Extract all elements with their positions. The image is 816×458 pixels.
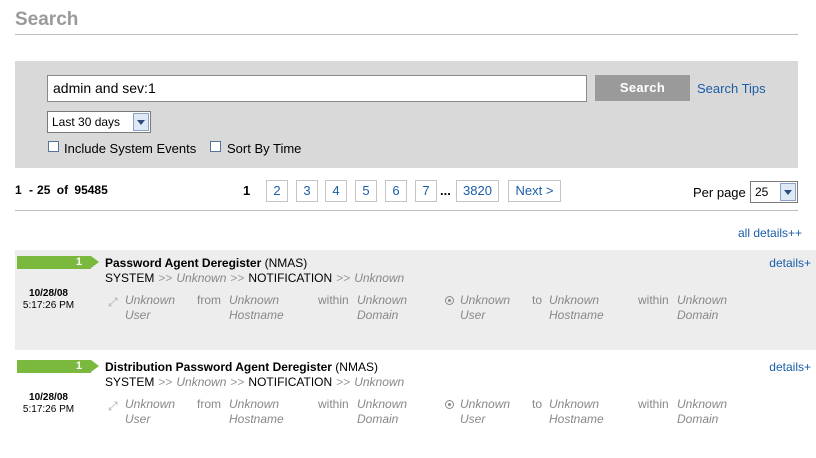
last-page-link[interactable]: 3820 xyxy=(456,180,499,202)
initiator-host: Unknown Hostname xyxy=(229,293,284,322)
page-link[interactable]: 2 xyxy=(266,180,288,202)
event-time: 5:17:26 PM xyxy=(22,300,75,311)
target-user: Unknown User xyxy=(460,293,511,322)
event-source: (NMAS) xyxy=(335,360,378,374)
event-row: 1 Distribution Password Agent Deregister… xyxy=(15,354,816,454)
per-page-label: Per page xyxy=(693,185,746,200)
event-name[interactable]: Distribution Password Agent Deregister (… xyxy=(105,360,378,374)
initiator-domain: Unknown Domain xyxy=(357,397,408,426)
details-link[interactable]: details+ xyxy=(769,360,811,374)
severity-badge: 1 xyxy=(17,360,99,373)
event-taxonomy: SYSTEM >> Unknown >> NOTIFICATION >> Unknown xyxy=(105,271,404,285)
event-name[interactable]: Password Agent Deregister (NMAS) xyxy=(105,256,307,270)
target-domain: Unknown Domain xyxy=(677,397,728,426)
taxonomy-item: Unknown xyxy=(354,375,405,389)
search-tips-link[interactable]: Search Tips xyxy=(697,81,766,96)
taxonomy-sep: >> xyxy=(230,271,245,285)
target-domain: Unknown Domain xyxy=(677,293,728,322)
search-button[interactable]: Search xyxy=(595,75,690,101)
diagonal-arrow-icon: ⤢ xyxy=(108,295,118,309)
current-page: 1 xyxy=(243,183,251,198)
range-start: 1 xyxy=(15,183,22,197)
target-icon xyxy=(445,400,454,409)
taxonomy-item: NOTIFICATION xyxy=(248,271,333,285)
within-label: within xyxy=(638,293,669,307)
event-title: Password Agent Deregister xyxy=(105,256,262,270)
include-system-events-checkbox[interactable] xyxy=(48,141,59,152)
taxonomy-item: SYSTEM xyxy=(105,271,155,285)
target-host: Unknown Hostname xyxy=(549,397,604,426)
severity-badge: 1 xyxy=(17,256,99,269)
event-timestamp: 10/28/08 5:17:26 PM xyxy=(20,288,77,312)
from-label: from xyxy=(197,293,221,307)
sort-by-time-label: Sort By Time xyxy=(227,141,302,156)
taxonomy-item: Unknown xyxy=(176,375,227,389)
of-label: of xyxy=(56,183,69,197)
taxonomy-sep: >> xyxy=(158,271,173,285)
time-range-value: Last 30 days xyxy=(52,115,121,129)
event-title: Distribution Password Agent Deregister xyxy=(105,360,332,374)
sort-by-time-checkbox[interactable] xyxy=(210,141,221,152)
page-link[interactable]: 6 xyxy=(385,180,407,202)
taxonomy-item: NOTIFICATION xyxy=(248,375,333,389)
range-dash: - xyxy=(29,183,34,197)
time-range-select[interactable]: Last 30 days xyxy=(47,111,151,133)
per-page-value: 25 xyxy=(755,185,769,199)
target-icon xyxy=(445,296,454,305)
details-link[interactable]: details+ xyxy=(769,256,811,270)
search-input[interactable]: admin and sev:1 xyxy=(47,75,587,102)
event-row: 1 Password Agent Deregister (NMAS) detai… xyxy=(15,250,816,350)
within-label: within xyxy=(318,397,349,411)
page-title: Search xyxy=(15,9,79,30)
taxonomy-sep: >> xyxy=(158,375,173,389)
total-count: 95485 xyxy=(74,183,108,197)
diagonal-arrow-icon: ⤢ xyxy=(108,399,118,413)
all-details-link[interactable]: all details++ xyxy=(738,226,802,240)
event-time: 5:17:26 PM xyxy=(22,404,75,415)
from-label: from xyxy=(197,397,221,411)
to-label: to xyxy=(532,293,543,307)
chevron-down-icon[interactable] xyxy=(780,183,796,201)
initiator-user: Unknown User xyxy=(125,397,176,426)
result-count: 1 -25 of 95485 xyxy=(15,183,108,197)
taxonomy-item: SYSTEM xyxy=(105,375,155,389)
target-host: Unknown Hostname xyxy=(549,293,604,322)
taxonomy-item: Unknown xyxy=(176,271,227,285)
page-ellipsis: ... xyxy=(440,183,451,198)
within-label: within xyxy=(638,397,669,411)
page-link[interactable]: 5 xyxy=(355,180,377,202)
taxonomy-sep: >> xyxy=(336,375,351,389)
event-timestamp: 10/28/08 5:17:26 PM xyxy=(20,392,77,416)
results-divider xyxy=(15,210,798,211)
page-link[interactable]: 3 xyxy=(296,180,318,202)
initiator-user: Unknown User xyxy=(125,293,176,322)
taxonomy-item: Unknown xyxy=(354,271,405,285)
next-page-link[interactable]: Next > xyxy=(508,180,561,202)
taxonomy-sep: >> xyxy=(336,271,351,285)
include-system-events-label: Include System Events xyxy=(64,141,197,156)
chevron-down-icon[interactable] xyxy=(133,113,149,131)
event-date: 10/28/08 xyxy=(29,392,68,403)
initiator-host: Unknown Hostname xyxy=(229,397,284,426)
event-date: 10/28/08 xyxy=(29,288,68,299)
page-link[interactable]: 4 xyxy=(325,180,347,202)
title-divider xyxy=(15,34,798,35)
event-taxonomy: SYSTEM >> Unknown >> NOTIFICATION >> Unknown xyxy=(105,375,404,389)
taxonomy-sep: >> xyxy=(230,375,245,389)
range-end: 25 xyxy=(37,183,51,197)
event-source: (NMAS) xyxy=(264,256,308,270)
page-link[interactable]: 7 xyxy=(415,180,437,202)
per-page-select[interactable]: 25 xyxy=(750,181,798,203)
within-label: within xyxy=(318,293,349,307)
to-label: to xyxy=(532,397,543,411)
target-user: Unknown User xyxy=(460,397,511,426)
initiator-domain: Unknown Domain xyxy=(357,293,408,322)
